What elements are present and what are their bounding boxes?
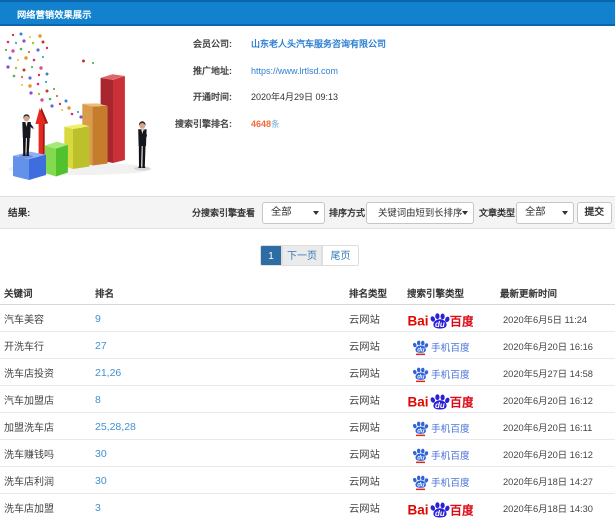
svg-text:百度: 百度 <box>450 314 473 329</box>
svg-text:Bai: Bai <box>408 502 429 517</box>
svg-text:百度: 百度 <box>450 395 473 410</box>
svg-text:du: du <box>417 429 425 435</box>
svg-text:du: du <box>417 483 425 489</box>
svg-text:手机百度: 手机百度 <box>431 368 469 381</box>
svg-text:du: du <box>417 375 425 381</box>
svg-text:Bai: Bai <box>408 313 429 328</box>
svg-text:手机百度: 手机百度 <box>431 341 469 354</box>
svg-text:du: du <box>417 348 425 354</box>
svg-text:百度: 百度 <box>450 503 473 518</box>
svg-text:du: du <box>435 509 445 518</box>
svg-text:手机百度: 手机百度 <box>431 476 469 489</box>
svg-text:du: du <box>435 320 445 329</box>
svg-text:du: du <box>417 456 425 462</box>
svg-text:Bai: Bai <box>408 394 429 409</box>
svg-text:du: du <box>435 401 445 410</box>
svg-text:手机百度: 手机百度 <box>431 422 469 435</box>
svg-text:手机百度: 手机百度 <box>431 449 469 462</box>
